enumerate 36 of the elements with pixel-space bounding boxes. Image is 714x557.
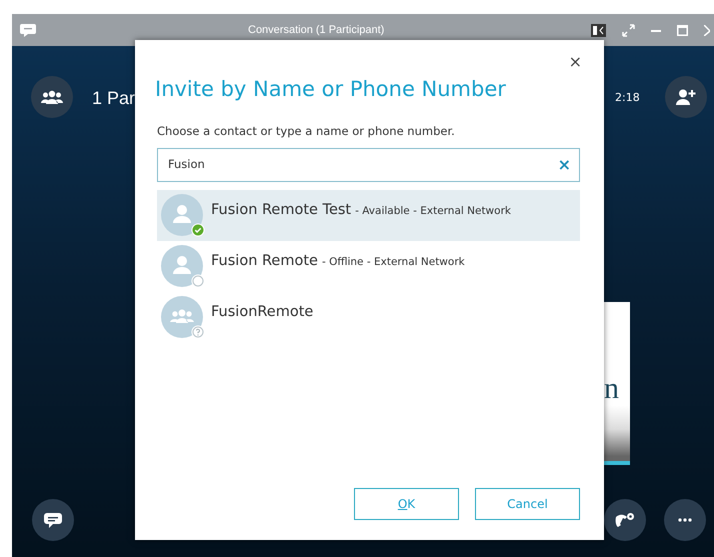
person-avatar-icon — [161, 194, 203, 236]
layout-icon[interactable] — [591, 24, 606, 36]
contact-name: Fusion Remote Test — [211, 201, 352, 220]
clear-button[interactable]: × — [558, 156, 571, 173]
add-participant-button[interactable] — [665, 76, 707, 118]
call-settings-button[interactable] — [604, 499, 646, 541]
maximize-icon[interactable] — [677, 24, 688, 36]
search-input[interactable]: Fusion — [166, 155, 558, 174]
phone-gear-icon — [615, 512, 635, 528]
window-title: Conversation (1 Participant) — [248, 22, 384, 38]
participant-count: 1 Par — [92, 87, 136, 110]
contact-result[interactable]: Fusion Remote - Offline - External Network — [157, 240, 580, 292]
more-options-button[interactable] — [664, 499, 706, 541]
close-button[interactable]: × — [568, 54, 582, 70]
contact-name: FusionRemote — [211, 303, 314, 322]
chat-icon[interactable] — [20, 22, 36, 38]
chat-icon — [44, 512, 62, 528]
group-avatar-icon — [161, 296, 203, 338]
chat-button[interactable] — [32, 499, 74, 541]
add-person-icon — [676, 89, 696, 105]
people-icon — [41, 90, 63, 104]
more-icon — [678, 518, 692, 522]
minimize-icon[interactable] — [651, 28, 661, 32]
search-field[interactable]: Fusion × — [157, 148, 580, 182]
contact-status: - Offline - External Network — [322, 255, 465, 270]
participants-button[interactable] — [31, 76, 73, 118]
call-timer: 2:18 — [615, 90, 640, 106]
contact-status: - Available - External Network — [355, 204, 511, 220]
person-avatar-icon — [161, 245, 203, 288]
expand-icon[interactable] — [622, 24, 635, 36]
prompt-text: Choose a contact or type a name or phone number. — [157, 122, 456, 140]
contact-name: Fusion Remote — [211, 252, 318, 272]
dialog-title: Invite by Name or Phone Number — [155, 76, 507, 103]
contact-result[interactable]: FusionRemote — [157, 292, 580, 343]
contact-result[interactable]: Fusion Remote Test - Available - External Network — [157, 190, 580, 241]
slide-text: n — [604, 371, 619, 407]
